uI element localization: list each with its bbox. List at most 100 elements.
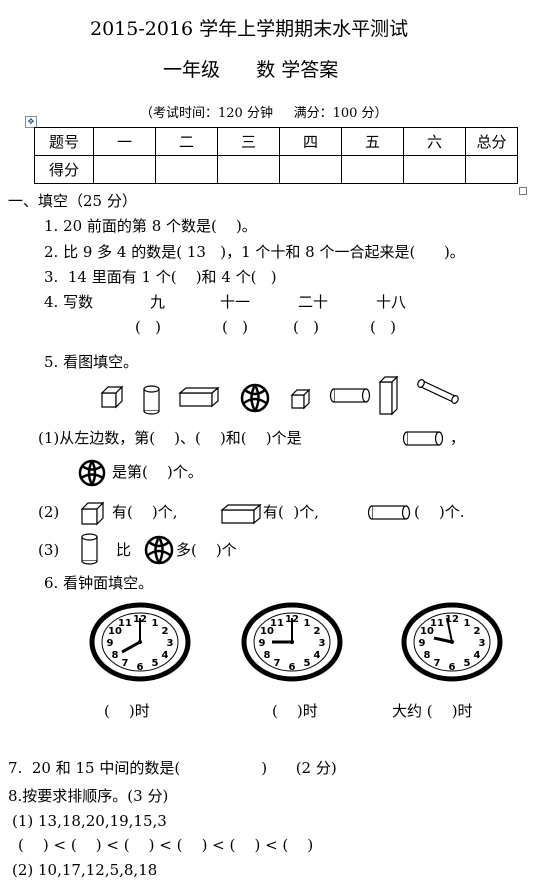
question-5-label: 5. 看图填空。 bbox=[44, 353, 139, 371]
table-row: 得分 bbox=[34, 155, 518, 184]
score-table: 题号 一 二 三 四 五 六 总分 得分 bbox=[34, 127, 518, 184]
cylinder-lying-icon bbox=[402, 431, 444, 446]
q5-row3-mid: 比 bbox=[116, 541, 132, 559]
cylinder-icon bbox=[81, 533, 98, 565]
q5-row3-label: (3) bbox=[38, 541, 60, 559]
table-resize-handle[interactable] bbox=[519, 187, 527, 195]
section-heading: 一、填空（25 分） bbox=[8, 192, 137, 210]
cube-icon bbox=[290, 388, 311, 410]
cylinder-icon bbox=[143, 385, 160, 415]
svg-text:8: 8 bbox=[112, 650, 119, 661]
svg-text:5: 5 bbox=[304, 658, 311, 669]
answer-blank: ( ) bbox=[135, 318, 162, 336]
cuboid-icon bbox=[178, 386, 220, 408]
svg-text:3: 3 bbox=[167, 638, 174, 649]
svg-text:1: 1 bbox=[152, 618, 159, 629]
question-8-label: 8.按要求排顺序。(3 分) bbox=[8, 787, 169, 805]
clock-answer: ( )时 bbox=[272, 702, 318, 720]
q5-line2: 是第( )个。 bbox=[112, 463, 203, 481]
svg-text:11: 11 bbox=[270, 618, 284, 629]
question-3: 3. 14 里面有 1 个( )和 4 个( ) bbox=[44, 268, 277, 286]
svg-text:4: 4 bbox=[474, 650, 481, 661]
page-title: 2015-2016 学年上学期期末水平测试 bbox=[90, 18, 409, 40]
table-cell: 一 bbox=[93, 127, 156, 156]
table-cell: 六 bbox=[403, 127, 466, 156]
q5-row2-label: (2) bbox=[38, 503, 60, 521]
svg-text:1: 1 bbox=[464, 618, 471, 629]
svg-text:8: 8 bbox=[264, 650, 271, 661]
cylinder-lying-icon bbox=[367, 505, 411, 520]
svg-text:6: 6 bbox=[137, 662, 144, 673]
svg-text:5: 5 bbox=[152, 658, 159, 669]
q5-row2-a: 有( )个, bbox=[112, 503, 178, 521]
clock-answer: 大约 ( )时 bbox=[392, 702, 473, 720]
svg-text:2: 2 bbox=[314, 626, 321, 637]
score-cell[interactable] bbox=[403, 155, 466, 184]
svg-text:7: 7 bbox=[122, 658, 129, 669]
table-cell: 三 bbox=[217, 127, 280, 156]
question-1: 1. 20 前面的第 8 个数是( )。 bbox=[44, 217, 257, 235]
svg-text:7: 7 bbox=[434, 658, 441, 669]
svg-text:6: 6 bbox=[449, 662, 456, 673]
svg-text:5: 5 bbox=[464, 658, 471, 669]
svg-text:9: 9 bbox=[259, 638, 266, 649]
table-cell: 得分 bbox=[34, 155, 94, 184]
ball-icon bbox=[144, 535, 174, 565]
table-row: 题号 一 二 三 四 五 六 总分 bbox=[34, 127, 518, 156]
question-7: 7. 20 和 15 中间的数是( ) (2 分) bbox=[8, 759, 337, 777]
answer-blank: ( ) bbox=[370, 318, 397, 336]
question-4-label: 4. 写数 bbox=[44, 293, 94, 311]
table-cell: 二 bbox=[155, 127, 218, 156]
ball-icon bbox=[78, 459, 106, 487]
cuboid-icon bbox=[220, 503, 262, 525]
svg-text:3: 3 bbox=[319, 638, 326, 649]
svg-text:11: 11 bbox=[118, 618, 132, 629]
svg-text:7: 7 bbox=[274, 658, 281, 669]
svg-text:4: 4 bbox=[162, 650, 169, 661]
score-cell[interactable] bbox=[93, 155, 156, 184]
table-cell: 四 bbox=[279, 127, 342, 156]
score-cell[interactable] bbox=[217, 155, 280, 184]
number-word: 二十 bbox=[298, 293, 329, 311]
ball-icon bbox=[240, 383, 270, 413]
number-word: 十八 bbox=[376, 293, 407, 311]
svg-text:3: 3 bbox=[479, 638, 486, 649]
q5-line1: (1)从左边数，第( )、( )和( )个是 bbox=[38, 429, 302, 447]
q5-row2-b: 有( )个, bbox=[263, 503, 320, 521]
q5-row3-end: 多( )个 bbox=[176, 541, 237, 559]
answer-blank: ( ) bbox=[222, 318, 249, 336]
svg-text:8: 8 bbox=[424, 650, 431, 661]
score-cell[interactable] bbox=[341, 155, 404, 184]
clock-8-icon: 12369 1245 781011 bbox=[88, 600, 192, 682]
number-word: 十一 bbox=[220, 293, 251, 311]
svg-text:9: 9 bbox=[107, 638, 114, 649]
svg-text:2: 2 bbox=[474, 626, 481, 637]
page-subtitle: 一年级 数 学答案 bbox=[163, 59, 339, 81]
score-cell[interactable] bbox=[155, 155, 218, 184]
score-cell[interactable] bbox=[279, 155, 342, 184]
cube-icon bbox=[100, 385, 124, 409]
q8-part1: (1) 13,18,20,19,15,3 bbox=[12, 812, 167, 830]
table-cell: 五 bbox=[341, 127, 404, 156]
table-cell: 题号 bbox=[34, 127, 94, 156]
number-word: 九 bbox=[150, 293, 166, 311]
q5-row2-c: ( )个. bbox=[414, 503, 465, 521]
cylinder-tilted-icon bbox=[417, 379, 459, 404]
clock-about-9-icon: 12 3 6 9 1245 7 8 10 11 bbox=[400, 600, 504, 682]
clock-9-icon: 12369 1245 781011 bbox=[240, 600, 344, 682]
svg-text:9: 9 bbox=[419, 638, 426, 649]
q8-part2: (2) 10,17,12,5,8,18 bbox=[12, 861, 158, 879]
q5-line1-suffix: ， bbox=[450, 429, 466, 447]
clock-answer: ( )时 bbox=[104, 702, 150, 720]
svg-text:4: 4 bbox=[314, 650, 321, 661]
score-cell[interactable] bbox=[465, 155, 518, 184]
cylinder-lying-icon bbox=[329, 388, 371, 403]
table-cell: 总分 bbox=[465, 127, 518, 156]
cube-icon bbox=[80, 501, 105, 526]
svg-text:6: 6 bbox=[289, 662, 296, 673]
exam-info: （考试时间：120 分钟 满分：100 分） bbox=[140, 106, 388, 121]
svg-text:1: 1 bbox=[304, 618, 311, 629]
question-2: 2. 比 9 多 4 的数是( 13 )，1 个十和 8 个一合起来是( )。 bbox=[44, 243, 465, 261]
svg-text:11: 11 bbox=[430, 618, 444, 629]
answer-blank: ( ) bbox=[293, 318, 320, 336]
